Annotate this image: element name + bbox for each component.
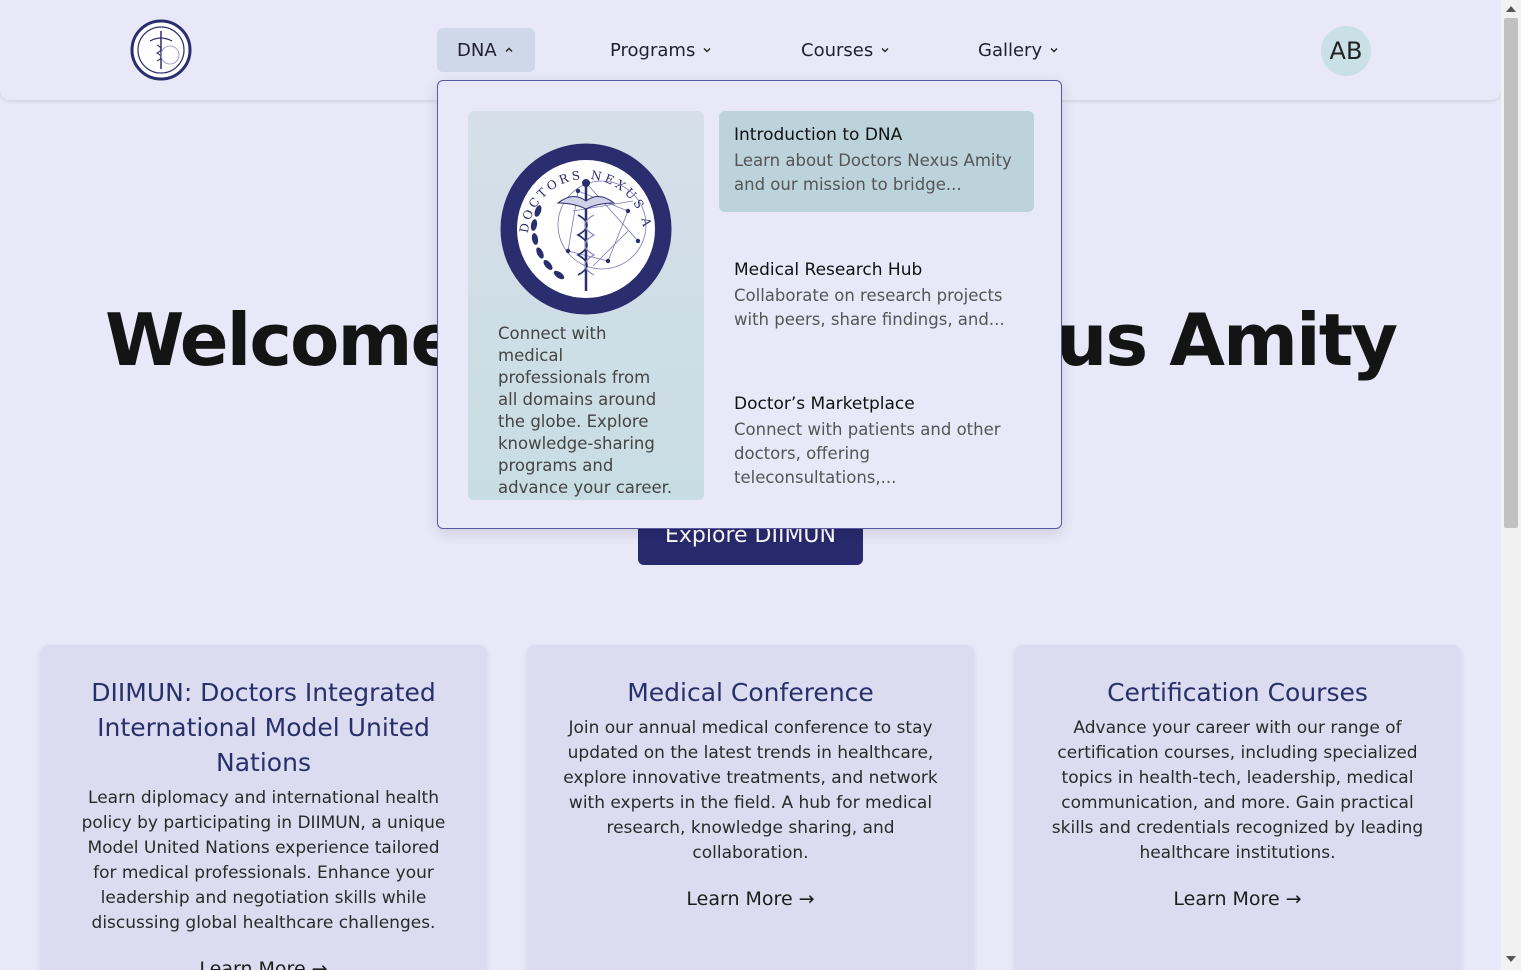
learn-more-link[interactable]: Learn More → — [1173, 888, 1301, 910]
chevron-down-icon — [701, 44, 713, 56]
scroll-thumb[interactable] — [1504, 18, 1518, 528]
nav-programs[interactable]: Programs — [590, 28, 733, 72]
nav-courses[interactable]: Courses — [781, 28, 911, 72]
dropdown-link-desc: Learn about Doctors Nexus Amity and our … — [734, 151, 1012, 194]
dropdown-link-desc: Collaborate on research projects with pe… — [734, 286, 1005, 329]
dropdown-link-title: Introduction to DNA — [734, 125, 903, 145]
logo-seal: DOCTORS NEXUS AMITY — [498, 141, 672, 315]
dropdown-link-introduction[interactable]: Introduction to DNA Learn about Doctors … — [719, 111, 1034, 212]
card-certification-courses: Certification Courses Advance your caree… — [1014, 645, 1461, 970]
dropdown-link-research-hub[interactable]: Medical Research Hub Collaborate on rese… — [719, 246, 1034, 346]
dropdown-feature-text: Connect with medical professionals from … — [498, 324, 673, 497]
card-body: Advance your career with our range of ce… — [1051, 718, 1424, 863]
scroll-up-icon[interactable] — [1506, 6, 1516, 12]
chevron-up-icon — [503, 44, 515, 56]
dropdown-link-title: Medical Research Hub — [734, 260, 923, 280]
dropdown-link-desc: Connect with patients and other doctors,… — [734, 420, 1001, 487]
scrollbar[interactable] — [1501, 0, 1521, 970]
chevron-down-icon — [1048, 44, 1060, 56]
dropdown-feature-panel[interactable]: DOCTORS NEXUS AMITY — [468, 111, 704, 500]
card-body: Join our annual medical conference to st… — [563, 718, 938, 863]
card-title: Medical Conference — [627, 678, 874, 707]
nav-dna-label: DNA — [457, 39, 497, 61]
card-title: DIIMUN: Doctors Integrated International… — [91, 678, 436, 777]
card-medical-conference: Medical Conference Join our annual medic… — [527, 645, 974, 970]
learn-more-link[interactable]: Learn More → — [686, 888, 814, 910]
dropdown-link-title: Doctor’s Marketplace — [734, 394, 915, 414]
card-title: Certification Courses — [1107, 678, 1368, 707]
viewport: Welcome to Doctors Nexus Amity Empowerin… — [0, 0, 1501, 970]
dna-dropdown-menu: DOCTORS NEXUS AMITY — [437, 80, 1062, 529]
nav-gallery[interactable]: Gallery — [958, 28, 1080, 72]
chevron-down-icon — [879, 44, 891, 56]
scroll-down-icon[interactable] — [1506, 956, 1516, 962]
learn-more-link[interactable]: Learn More → — [199, 958, 327, 970]
avatar[interactable]: AB — [1321, 26, 1371, 76]
nav-programs-label: Programs — [610, 39, 696, 61]
logo-seal[interactable] — [130, 19, 192, 81]
nav-courses-label: Courses — [801, 39, 874, 61]
dropdown-link-marketplace[interactable]: Doctor’s Marketplace Connect with patien… — [719, 380, 1034, 487]
card-diimun: DIIMUN: Doctors Integrated International… — [40, 645, 487, 970]
nav-gallery-label: Gallery — [978, 39, 1043, 61]
card-body: Learn diplomacy and international health… — [81, 788, 446, 933]
nav-dna[interactable]: DNA — [437, 28, 535, 72]
